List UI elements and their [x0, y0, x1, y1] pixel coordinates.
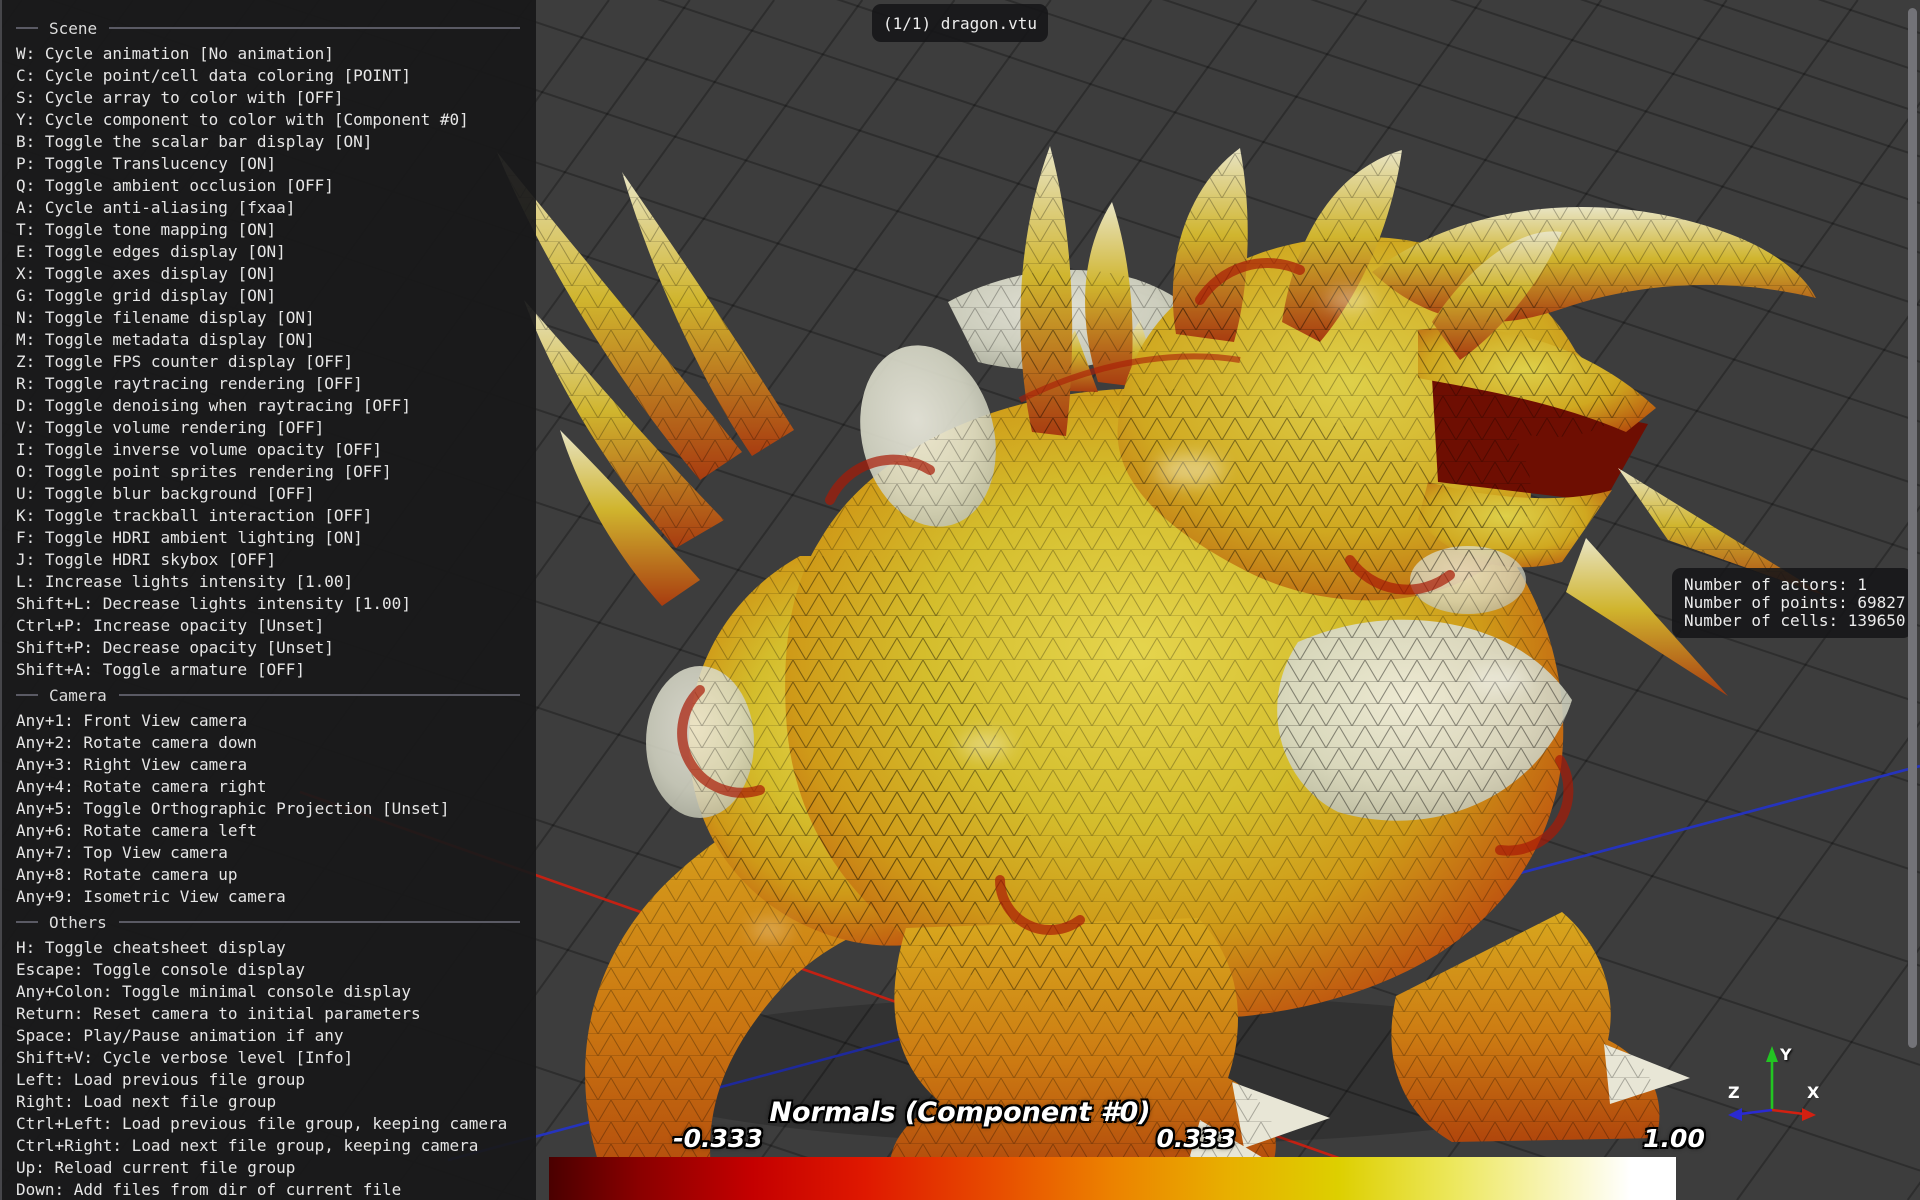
axis-z-arrow — [1728, 1108, 1772, 1121]
cheatsheet-item: H: Toggle cheatsheet display — [16, 937, 536, 959]
cheatsheet-item: Return: Reset camera to initial paramete… — [16, 1003, 536, 1025]
metadata-line: Number of cells: 139650 — [1684, 612, 1900, 630]
cheatsheet-item: Down: Add files from dir of current file — [16, 1179, 536, 1200]
scalar-bar-tick: 0.333 — [1156, 1124, 1235, 1153]
cheatsheet-item: Z: Toggle FPS counter display [OFF] — [16, 351, 536, 373]
axis-z-label: Z — [1728, 1083, 1740, 1102]
cheatsheet-scrollbar-thumb[interactable] — [1908, 8, 1917, 1048]
cheatsheet-item: Any+3: Right View camera — [16, 754, 536, 776]
metadata-box: Number of actors: 1 Number of points: 69… — [1672, 568, 1912, 638]
axes-widget: Y X Z — [1712, 1032, 1852, 1162]
cheatsheet-item: V: Toggle volume rendering [OFF] — [16, 417, 536, 439]
cheatsheet-item: Any+2: Rotate camera down — [16, 732, 536, 754]
metadata-line: Number of points: 69827 — [1684, 594, 1900, 612]
cheatsheet-item: Ctrl+P: Increase opacity [Unset] — [16, 615, 536, 637]
cheatsheet-item: B: Toggle the scalar bar display [ON] — [16, 131, 536, 153]
cheatsheet-item: K: Toggle trackball interaction [OFF] — [16, 505, 536, 527]
cheatsheet-item: C: Cycle point/cell data coloring [POINT… — [16, 65, 536, 87]
cheatsheet-item: Shift+L: Decrease lights intensity [1.00… — [16, 593, 536, 615]
cheatsheet-item: P: Toggle Translucency [ON] — [16, 153, 536, 175]
cheatsheet-item: Any+6: Rotate camera left — [16, 820, 536, 842]
axis-y-arrow — [1766, 1046, 1778, 1110]
axis-x-label: X — [1807, 1083, 1820, 1102]
cheatsheet-item: M: Toggle metadata display [ON] — [16, 329, 536, 351]
cheatsheet-item: Ctrl+Left: Load previous file group, kee… — [16, 1113, 536, 1135]
cheatsheet-item: R: Toggle raytracing rendering [OFF] — [16, 373, 536, 395]
cheatsheet-item: Shift+V: Cycle verbose level [Info] — [16, 1047, 536, 1069]
cheatsheet-item: W: Cycle animation [No animation] — [16, 43, 536, 65]
scalar-bar-tick: 1.00 — [1643, 1124, 1705, 1153]
cheatsheet-item: A: Cycle anti-aliasing [fxaa] — [16, 197, 536, 219]
cheatsheet-item: L: Increase lights intensity [1.00] — [16, 571, 536, 593]
cheatsheet-item: D: Toggle denoising when raytracing [OFF… — [16, 395, 536, 417]
cheatsheet-section-header-scene: Scene — [16, 16, 536, 40]
cheatsheet-item: Any+7: Top View camera — [16, 842, 536, 864]
cheatsheet-item: Any+8: Rotate camera up — [16, 864, 536, 886]
cheatsheet-item: N: Toggle filename display [ON] — [16, 307, 536, 329]
cheatsheet-panel: Scene W: Cycle animation [No animation]C:… — [0, 0, 536, 1200]
cheatsheet-item: G: Toggle grid display [ON] — [16, 285, 536, 307]
cheatsheet-item: Right: Load next file group — [16, 1091, 536, 1113]
cheatsheet-item: Any+Colon: Toggle minimal console displa… — [16, 981, 536, 1003]
cheatsheet-item: Any+1: Front View camera — [16, 710, 536, 732]
filename-badge: (1/1) dragon.vtu — [872, 4, 1048, 42]
cheatsheet-item: I: Toggle inverse volume opacity [OFF] — [16, 439, 536, 461]
scalar-bar-title: Normals (Component #0) — [769, 1097, 1150, 1128]
cheatsheet-section-header-camera: Camera — [16, 683, 536, 707]
cheatsheet-item: J: Toggle HDRI skybox [OFF] — [16, 549, 536, 571]
cheatsheet-item: U: Toggle blur background [OFF] — [16, 483, 536, 505]
cheatsheet-section-header-others: Others — [16, 910, 536, 934]
cheatsheet-item: Any+4: Rotate camera right — [16, 776, 536, 798]
cheatsheet-item: T: Toggle tone mapping [ON] — [16, 219, 536, 241]
cheatsheet-item: Q: Toggle ambient occlusion [OFF] — [16, 175, 536, 197]
cheatsheet-item: Any+9: Isometric View camera — [16, 886, 536, 908]
filename-text: (1/1) dragon.vtu — [883, 14, 1037, 33]
axis-y-label: Y — [1779, 1045, 1792, 1064]
axis-x-arrow — [1772, 1108, 1816, 1121]
scalar-bar — [549, 1157, 1676, 1200]
cheatsheet-item: Any+5: Toggle Orthographic Projection [U… — [16, 798, 536, 820]
cheatsheet-item: Ctrl+Right: Load next file group, keepin… — [16, 1135, 536, 1157]
cheatsheet-item: S: Cycle array to color with [OFF] — [16, 87, 536, 109]
cheatsheet-item: Shift+P: Decrease opacity [Unset] — [16, 637, 536, 659]
cheatsheet-item: E: Toggle edges display [ON] — [16, 241, 536, 263]
cheatsheet-item: O: Toggle point sprites rendering [OFF] — [16, 461, 536, 483]
cheatsheet-item: Escape: Toggle console display — [16, 959, 536, 981]
cheatsheet-item: Shift+A: Toggle armature [OFF] — [16, 659, 536, 681]
cheatsheet-item: X: Toggle axes display [ON] — [16, 263, 536, 285]
cheatsheet-item: Space: Play/Pause animation if any — [16, 1025, 536, 1047]
scalar-bar-tick: -0.333 — [673, 1124, 762, 1153]
cheatsheet-item: Y: Cycle component to color with [Compon… — [16, 109, 536, 131]
cheatsheet-item: F: Toggle HDRI ambient lighting [ON] — [16, 527, 536, 549]
cheatsheet-item: Left: Load previous file group — [16, 1069, 536, 1091]
metadata-line: Number of actors: 1 — [1684, 576, 1900, 594]
cheatsheet-item: Up: Reload current file group — [16, 1157, 536, 1179]
